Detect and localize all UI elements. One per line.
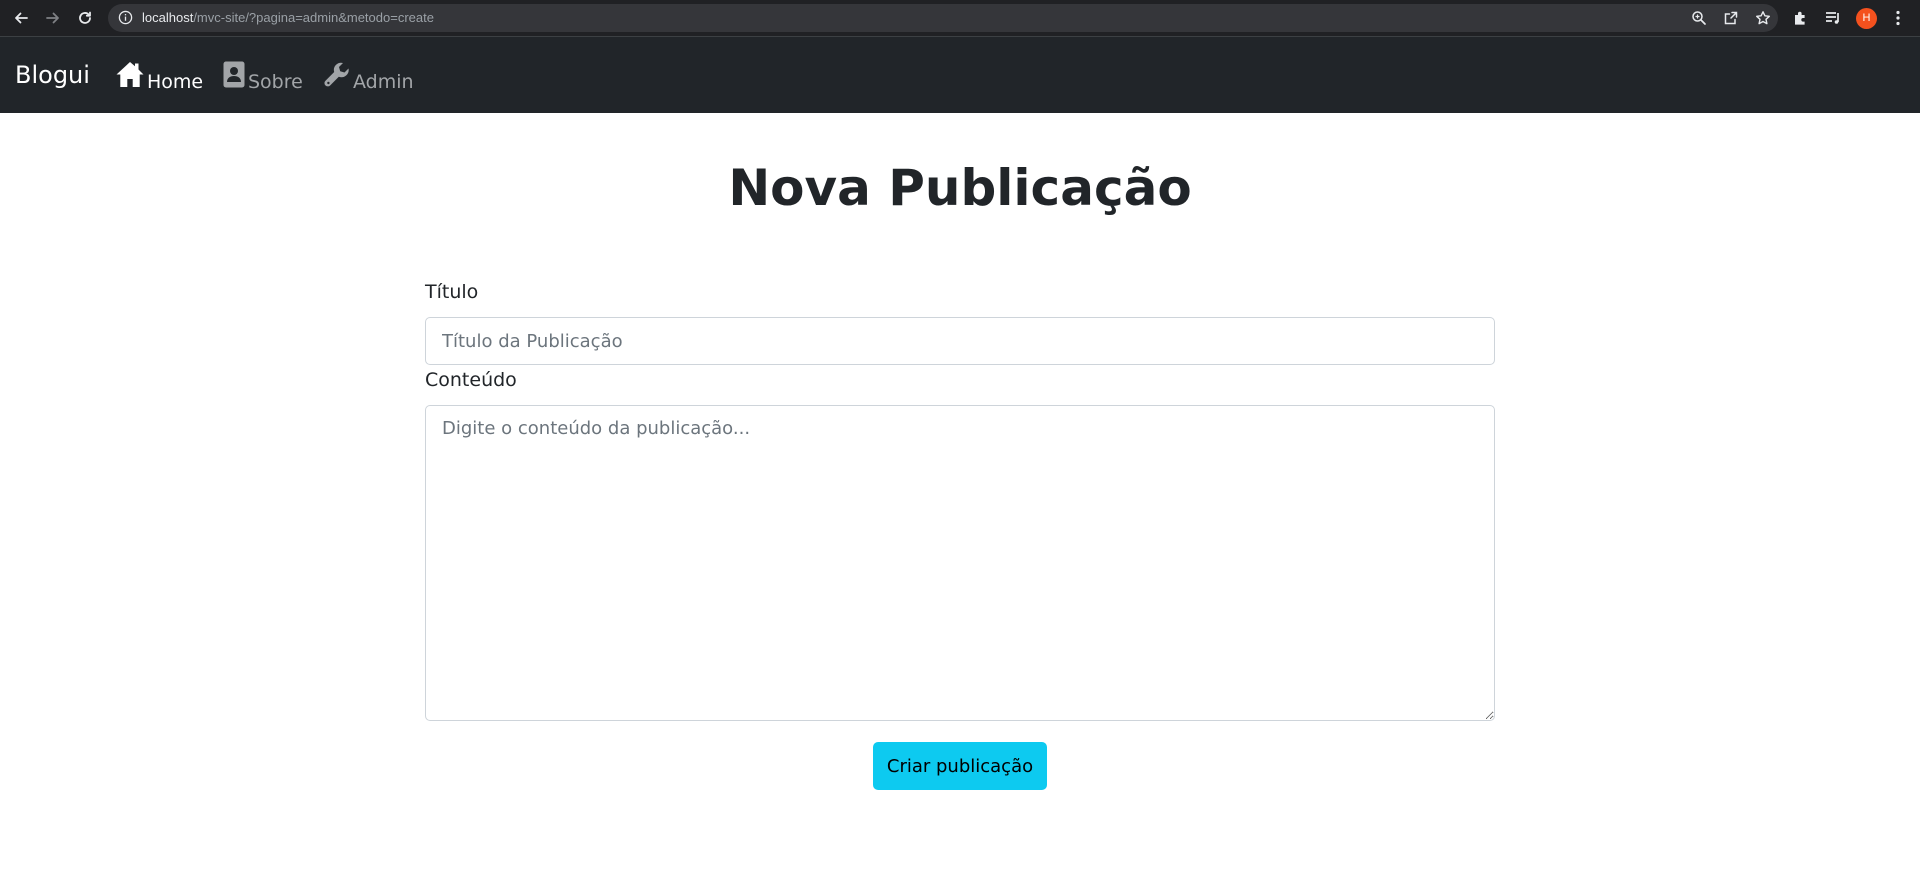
home-icon xyxy=(116,61,144,93)
nav-link-sobre[interactable]: Sobre xyxy=(223,57,303,93)
contact-card-icon xyxy=(223,61,245,93)
reading-list-icon[interactable] xyxy=(1824,9,1842,27)
nav-link-home[interactable]: Home xyxy=(116,57,203,93)
back-icon[interactable] xyxy=(9,6,33,30)
content-label: Conteúdo xyxy=(425,369,517,391)
info-icon[interactable] xyxy=(118,10,133,29)
url-text[interactable]: localhost/mvc-site/?pagina=admin&metodo=… xyxy=(142,10,434,26)
wrench-icon xyxy=(324,61,350,93)
star-icon[interactable] xyxy=(1755,10,1771,26)
zoom-icon[interactable] xyxy=(1691,10,1707,26)
browser-toolbar: localhost/mvc-site/?pagina=admin&metodo=… xyxy=(0,0,1920,37)
page-title: Nova Publicação xyxy=(728,159,1192,217)
url-host: localhost xyxy=(142,10,194,25)
brand-logo[interactable]: Blogui xyxy=(15,61,90,89)
url-path: /mvc-site/?pagina=admin&metodo=create xyxy=(193,10,434,25)
reload-icon[interactable] xyxy=(73,6,97,30)
site-navbar: Blogui Home Sobre Admin xyxy=(0,37,1920,113)
content-textarea[interactable] xyxy=(425,405,1495,721)
extensions-icon[interactable] xyxy=(1792,9,1810,27)
create-post-button[interactable]: Criar publicação xyxy=(873,742,1047,790)
address-bar[interactable]: localhost/mvc-site/?pagina=admin&metodo=… xyxy=(108,4,1778,32)
menu-icon[interactable] xyxy=(1888,8,1908,28)
share-icon[interactable] xyxy=(1723,10,1739,26)
nav-link-label: Admin xyxy=(353,71,414,93)
forward-icon[interactable] xyxy=(41,6,65,30)
nav-link-label: Sobre xyxy=(248,71,303,93)
title-label: Título xyxy=(425,281,479,303)
nav-link-admin[interactable]: Admin xyxy=(324,57,414,93)
title-input[interactable] xyxy=(425,317,1495,365)
profile-avatar[interactable]: H xyxy=(1856,8,1877,29)
nav-link-label: Home xyxy=(147,71,204,93)
